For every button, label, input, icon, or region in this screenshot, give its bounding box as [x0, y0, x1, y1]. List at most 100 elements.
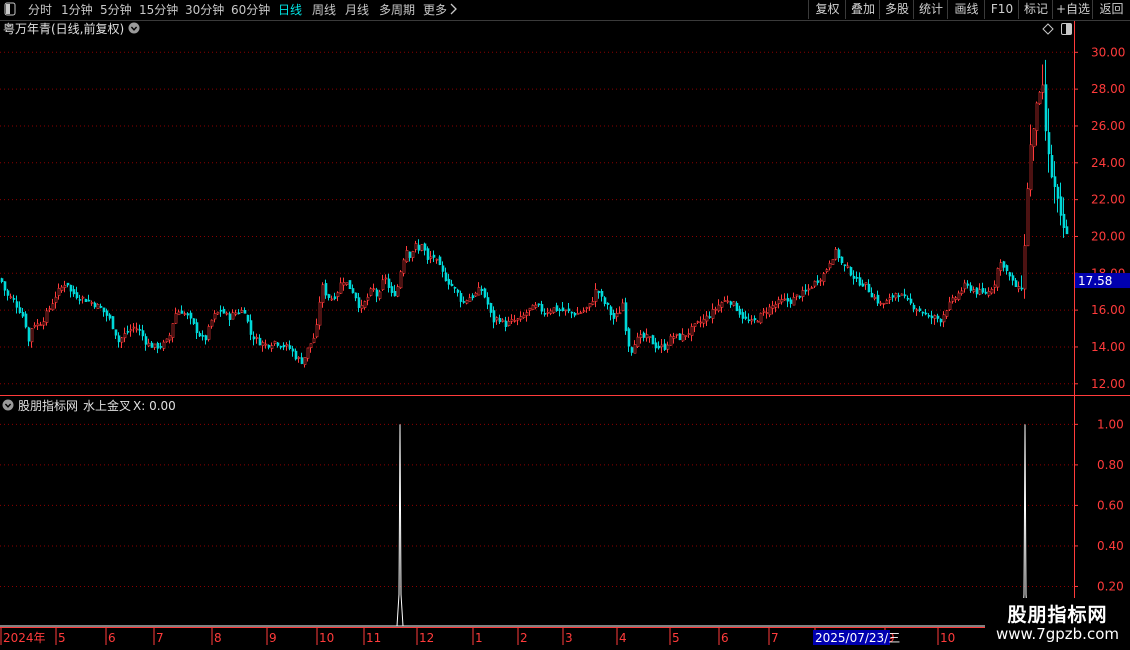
time-tick-label: 9 — [269, 631, 277, 645]
period-tab-60min[interactable]: 60分钟 — [231, 2, 270, 18]
candle-body — [696, 321, 700, 323]
candle-body — [528, 307, 532, 311]
candle-body — [786, 298, 790, 302]
candle-body — [774, 303, 778, 308]
candle-body — [420, 244, 424, 251]
candle-body — [627, 328, 631, 347]
period-tab-fenshi[interactable]: 分时 — [28, 2, 52, 18]
period-tab-30min[interactable]: 30分钟 — [185, 2, 224, 18]
candle-body — [3, 281, 7, 291]
candle-body — [258, 337, 262, 346]
candle-body — [984, 291, 988, 294]
candle-body — [84, 298, 88, 302]
statistics-button[interactable]: 统计 — [913, 0, 948, 19]
candle-body — [966, 283, 970, 286]
panel-toggle-icon[interactable] — [4, 2, 16, 16]
candle-body — [147, 342, 151, 347]
fuquan-button[interactable]: 复权 — [808, 0, 846, 19]
chevron-right-icon[interactable] — [450, 2, 458, 18]
candle-body — [1020, 287, 1024, 290]
candle-body — [300, 357, 304, 364]
time-tick-label: 2 — [520, 631, 528, 645]
candle-body — [567, 308, 571, 312]
candle-body — [612, 313, 616, 319]
time-tick-label: 5 — [672, 631, 680, 645]
candle-body — [90, 302, 94, 304]
period-tab-15min[interactable]: 15分钟 — [139, 2, 178, 18]
brand-title: 股朋指标网 — [1007, 604, 1108, 626]
mark-button[interactable]: 标记 — [1018, 0, 1053, 19]
candle-body — [741, 312, 745, 319]
add-watchlist-button[interactable]: +自选 — [1052, 0, 1093, 19]
candle-body — [915, 309, 919, 312]
period-tab-daily[interactable]: 日线 — [278, 2, 302, 18]
candle-body — [858, 277, 862, 286]
candle-body — [531, 304, 535, 310]
period-tab-multi[interactable]: 多周期 — [379, 2, 415, 18]
candle-body — [993, 284, 997, 288]
candle-body — [1026, 188, 1030, 247]
candlestick-series — [0, 59, 1069, 368]
candle-body — [150, 342, 154, 348]
kline-chart[interactable]: 12.0014.0016.0018.0020.0022.0024.0026.00… — [0, 21, 1130, 650]
indicator-tick-label: 0.20 — [1097, 579, 1124, 593]
candle-body — [174, 313, 178, 324]
candle-body — [840, 256, 844, 264]
period-tab-5min[interactable]: 5分钟 — [100, 2, 132, 18]
price-tick-label: 20.00 — [1091, 229, 1125, 243]
candle-body — [183, 313, 187, 315]
candle-body — [75, 292, 79, 299]
diamond-icon[interactable] — [1042, 23, 1054, 35]
draw-line-button[interactable]: 画线 — [947, 0, 985, 19]
candle-body — [21, 312, 25, 317]
candle-body — [390, 286, 394, 293]
candle-body — [69, 284, 73, 292]
candle-body — [411, 251, 415, 258]
candle-body — [525, 312, 529, 316]
price-gridlines — [0, 51, 1074, 385]
time-tick-label: 7 — [156, 631, 164, 645]
candle-body — [417, 244, 421, 251]
candle-body — [930, 315, 934, 319]
candle-body — [228, 313, 232, 320]
candle-body — [624, 302, 628, 332]
candle-body — [522, 314, 526, 319]
candle-body — [780, 299, 784, 303]
candle-body — [60, 286, 64, 291]
candle-body — [549, 310, 553, 314]
period-tab-1min[interactable]: 1分钟 — [61, 2, 93, 18]
price-tick-label: 12.00 — [1091, 377, 1125, 391]
candle-body — [888, 297, 892, 300]
candle-body — [882, 302, 886, 305]
candle-body — [738, 308, 742, 315]
candle-body — [708, 316, 712, 318]
time-tick-label: 10 — [940, 631, 955, 645]
back-button[interactable]: 返回 — [1092, 0, 1130, 19]
indicator-tick-label: 1.00 — [1097, 417, 1124, 431]
candle-body — [606, 302, 610, 305]
period-tab-monthly[interactable]: 月线 — [345, 2, 369, 18]
candle-body — [201, 335, 205, 337]
candle-body — [714, 308, 718, 311]
candle-body — [909, 298, 913, 304]
candle-body — [267, 344, 271, 348]
chevron-down-icon[interactable] — [128, 22, 140, 34]
candle-body — [141, 330, 145, 337]
candle-body — [144, 336, 148, 345]
signal-spike — [396, 424, 404, 627]
overlay-button[interactable]: 叠加 — [845, 0, 880, 19]
candle-body — [843, 264, 847, 267]
indicator-chevron-down-icon[interactable] — [2, 399, 14, 411]
multi-stock-button[interactable]: 多股 — [879, 0, 914, 19]
candle-body — [213, 313, 217, 320]
period-tab-weekly[interactable]: 周线 — [312, 2, 336, 18]
candle-body — [963, 282, 967, 290]
period-tab-more[interactable]: 更多 — [423, 2, 447, 18]
time-tick-label: 6 — [721, 631, 729, 645]
candle-body — [117, 335, 121, 343]
candle-body — [471, 295, 475, 299]
f10-button[interactable]: F10 — [984, 0, 1019, 19]
layout-toggle-icon[interactable] — [1061, 23, 1072, 35]
period-toolbar: 分时 1分钟 5分钟 15分钟 30分钟 60分钟 日线 周线 月线 多周期 更… — [0, 0, 1130, 21]
stock-title: 粤万年青(日线,前复权) — [3, 21, 124, 36]
